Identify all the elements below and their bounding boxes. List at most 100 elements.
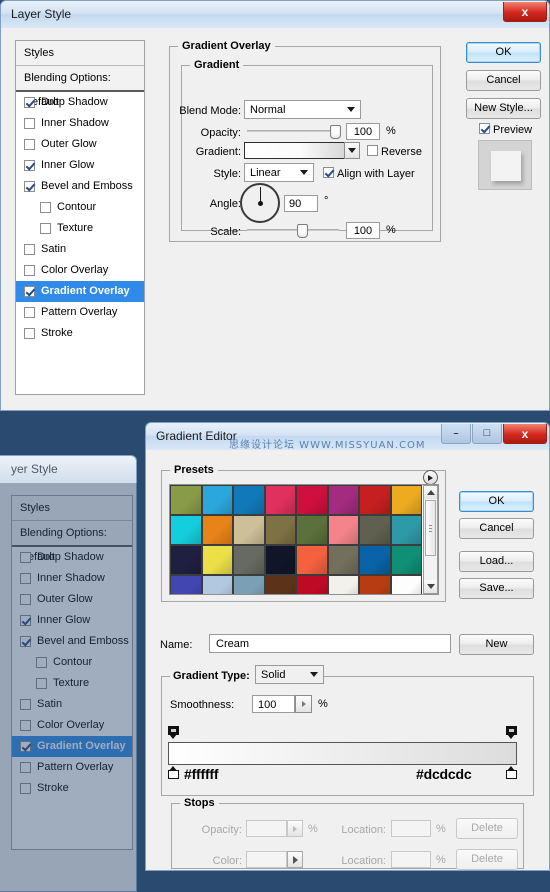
gradient-picker-dropdown[interactable] [344,142,360,159]
stop-opacity-stepper[interactable] [287,820,303,837]
styles-list[interactable]: Styles Blending Options: Default Drop Sh… [15,40,145,395]
background-window-titlebar[interactable]: yer Style [0,455,137,483]
preset-swatch[interactable] [201,575,233,594]
angle-input[interactable]: 90 [284,195,318,212]
preset-swatch[interactable] [170,575,202,594]
checkbox-icon[interactable] [24,328,35,339]
gradient-opacity-stop-right[interactable] [506,726,517,739]
blending-options-row[interactable]: Blending Options: Default [16,66,144,108]
preset-swatch[interactable] [296,485,328,515]
gradient-editor-window-buttons[interactable]: – □ x [440,424,547,444]
preset-swatch[interactable] [359,515,391,545]
preset-swatch[interactable] [170,545,202,575]
checkbox-icon[interactable] [24,286,35,297]
preset-swatch[interactable] [359,545,391,575]
presets-scrollbar[interactable] [423,485,438,594]
background-style-item-inner-shadow[interactable]: Inner Shadow [12,568,132,589]
preset-swatch[interactable] [390,485,422,515]
scale-slider[interactable] [247,224,339,238]
style-item-bevel-and-emboss[interactable]: Bevel and Emboss [16,176,144,197]
opacity-slider[interactable] [247,125,341,139]
background-style-item-outer-glow[interactable]: Outer Glow [12,589,132,610]
checkbox-icon[interactable] [20,636,31,647]
checkbox-icon[interactable] [40,223,51,234]
layer-style-close-button[interactable]: x [503,2,547,22]
preset-swatch[interactable] [390,515,422,545]
delete-color-stop-button[interactable]: Delete [456,849,518,870]
checkbox-icon[interactable] [20,594,31,605]
checkbox-icon[interactable] [36,678,47,689]
preset-swatch[interactable] [233,515,265,545]
gradient-preview-bar[interactable] [168,742,517,765]
style-item-inner-glow[interactable]: Inner Glow [16,155,144,176]
gradient-color-stop-right[interactable] [506,766,517,779]
checkbox-icon[interactable] [20,783,31,794]
preset-swatch[interactable] [296,545,328,575]
background-style-item-color-overlay[interactable]: Color Overlay [12,715,132,736]
background-blending-options[interactable]: Blending Options: Default [12,521,132,563]
gradient-editor-window[interactable]: Gradient Editor 思缘设计论坛 WWW.MISSYUAN.COM … [145,422,550,871]
checkbox-icon[interactable] [24,97,35,108]
style-item-contour[interactable]: Contour [16,197,144,218]
blend-mode-select[interactable]: Normal [244,100,361,119]
preset-swatch[interactable] [327,485,359,515]
maximize-button[interactable]: □ [472,424,502,444]
preset-swatch[interactable] [264,515,296,545]
preset-swatch[interactable] [264,575,296,594]
smoothness-stepper[interactable] [295,695,312,713]
style-item-color-overlay[interactable]: Color Overlay [16,260,144,281]
stop-opacity-input[interactable] [246,820,287,837]
style-item-gradient-overlay[interactable]: Gradient Overlay [16,281,144,302]
checkbox-icon[interactable] [24,139,35,150]
preset-swatch[interactable] [327,575,359,594]
preset-swatch[interactable] [264,545,296,575]
preset-swatch[interactable] [359,575,391,594]
gradient-editor-ok-button[interactable]: OK [459,491,534,512]
checkbox-icon[interactable] [24,244,35,255]
style-item-pattern-overlay[interactable]: Pattern Overlay [16,302,144,323]
layer-style-window-buttons[interactable]: x [502,2,547,22]
checkbox-icon[interactable] [20,615,31,626]
stop-color-picker-button[interactable] [287,851,303,868]
opacity-input[interactable]: 100 [346,123,380,140]
scale-input[interactable]: 100 [346,222,380,239]
checkbox-icon[interactable] [36,657,47,668]
scrollbar-thumb[interactable] [425,500,436,556]
background-style-item-contour[interactable]: Contour [12,652,132,673]
stop-opacity-location-input[interactable] [391,820,431,837]
checkbox-icon[interactable] [20,699,31,710]
preset-swatch[interactable] [264,485,296,515]
style-item-inner-shadow[interactable]: Inner Shadow [16,113,144,134]
preset-swatch[interactable] [170,485,202,515]
preset-swatch[interactable] [327,515,359,545]
save-button[interactable]: Save... [459,578,534,599]
layer-style-window[interactable]: Layer Style x Styles Blending Options: D… [0,0,550,411]
scroll-up-button[interactable] [424,486,437,499]
background-style-item-inner-glow[interactable]: Inner Glow [12,610,132,631]
checkbox-icon[interactable] [20,573,31,584]
checkbox-icon[interactable] [24,118,35,129]
chevron-down-icon[interactable] [305,666,323,683]
background-style-item-stroke[interactable]: Stroke [12,778,132,799]
opacity-slider-knob[interactable] [330,125,341,139]
background-style-item-pattern-overlay[interactable]: Pattern Overlay [12,757,132,778]
presets-menu-icon[interactable] [423,470,438,485]
layer-style-titlebar[interactable]: Layer Style x [0,0,550,28]
preset-swatch[interactable] [201,515,233,545]
checkbox-icon[interactable] [20,720,31,731]
layer-style-window-background[interactable]: yer Style Styles Blending Options: Defau… [0,455,137,892]
style-item-stroke[interactable]: Stroke [16,323,144,344]
align-with-layer-checkbox[interactable] [323,167,334,178]
stop-color-swatch[interactable] [246,851,287,868]
style-item-texture[interactable]: Texture [16,218,144,239]
preset-swatch[interactable] [390,545,422,575]
new-style-button[interactable]: New Style... [466,98,541,119]
preset-swatch[interactable] [233,485,265,515]
scale-slider-knob[interactable] [297,224,308,238]
angle-dial[interactable] [240,183,280,223]
background-styles-list[interactable]: Styles Blending Options: Default Drop Sh… [11,495,133,850]
chevron-down-icon[interactable] [295,164,313,181]
gradient-preview-swatch[interactable] [244,142,346,159]
gradient-color-stop-left[interactable] [168,766,179,779]
preset-swatch[interactable] [233,575,265,594]
